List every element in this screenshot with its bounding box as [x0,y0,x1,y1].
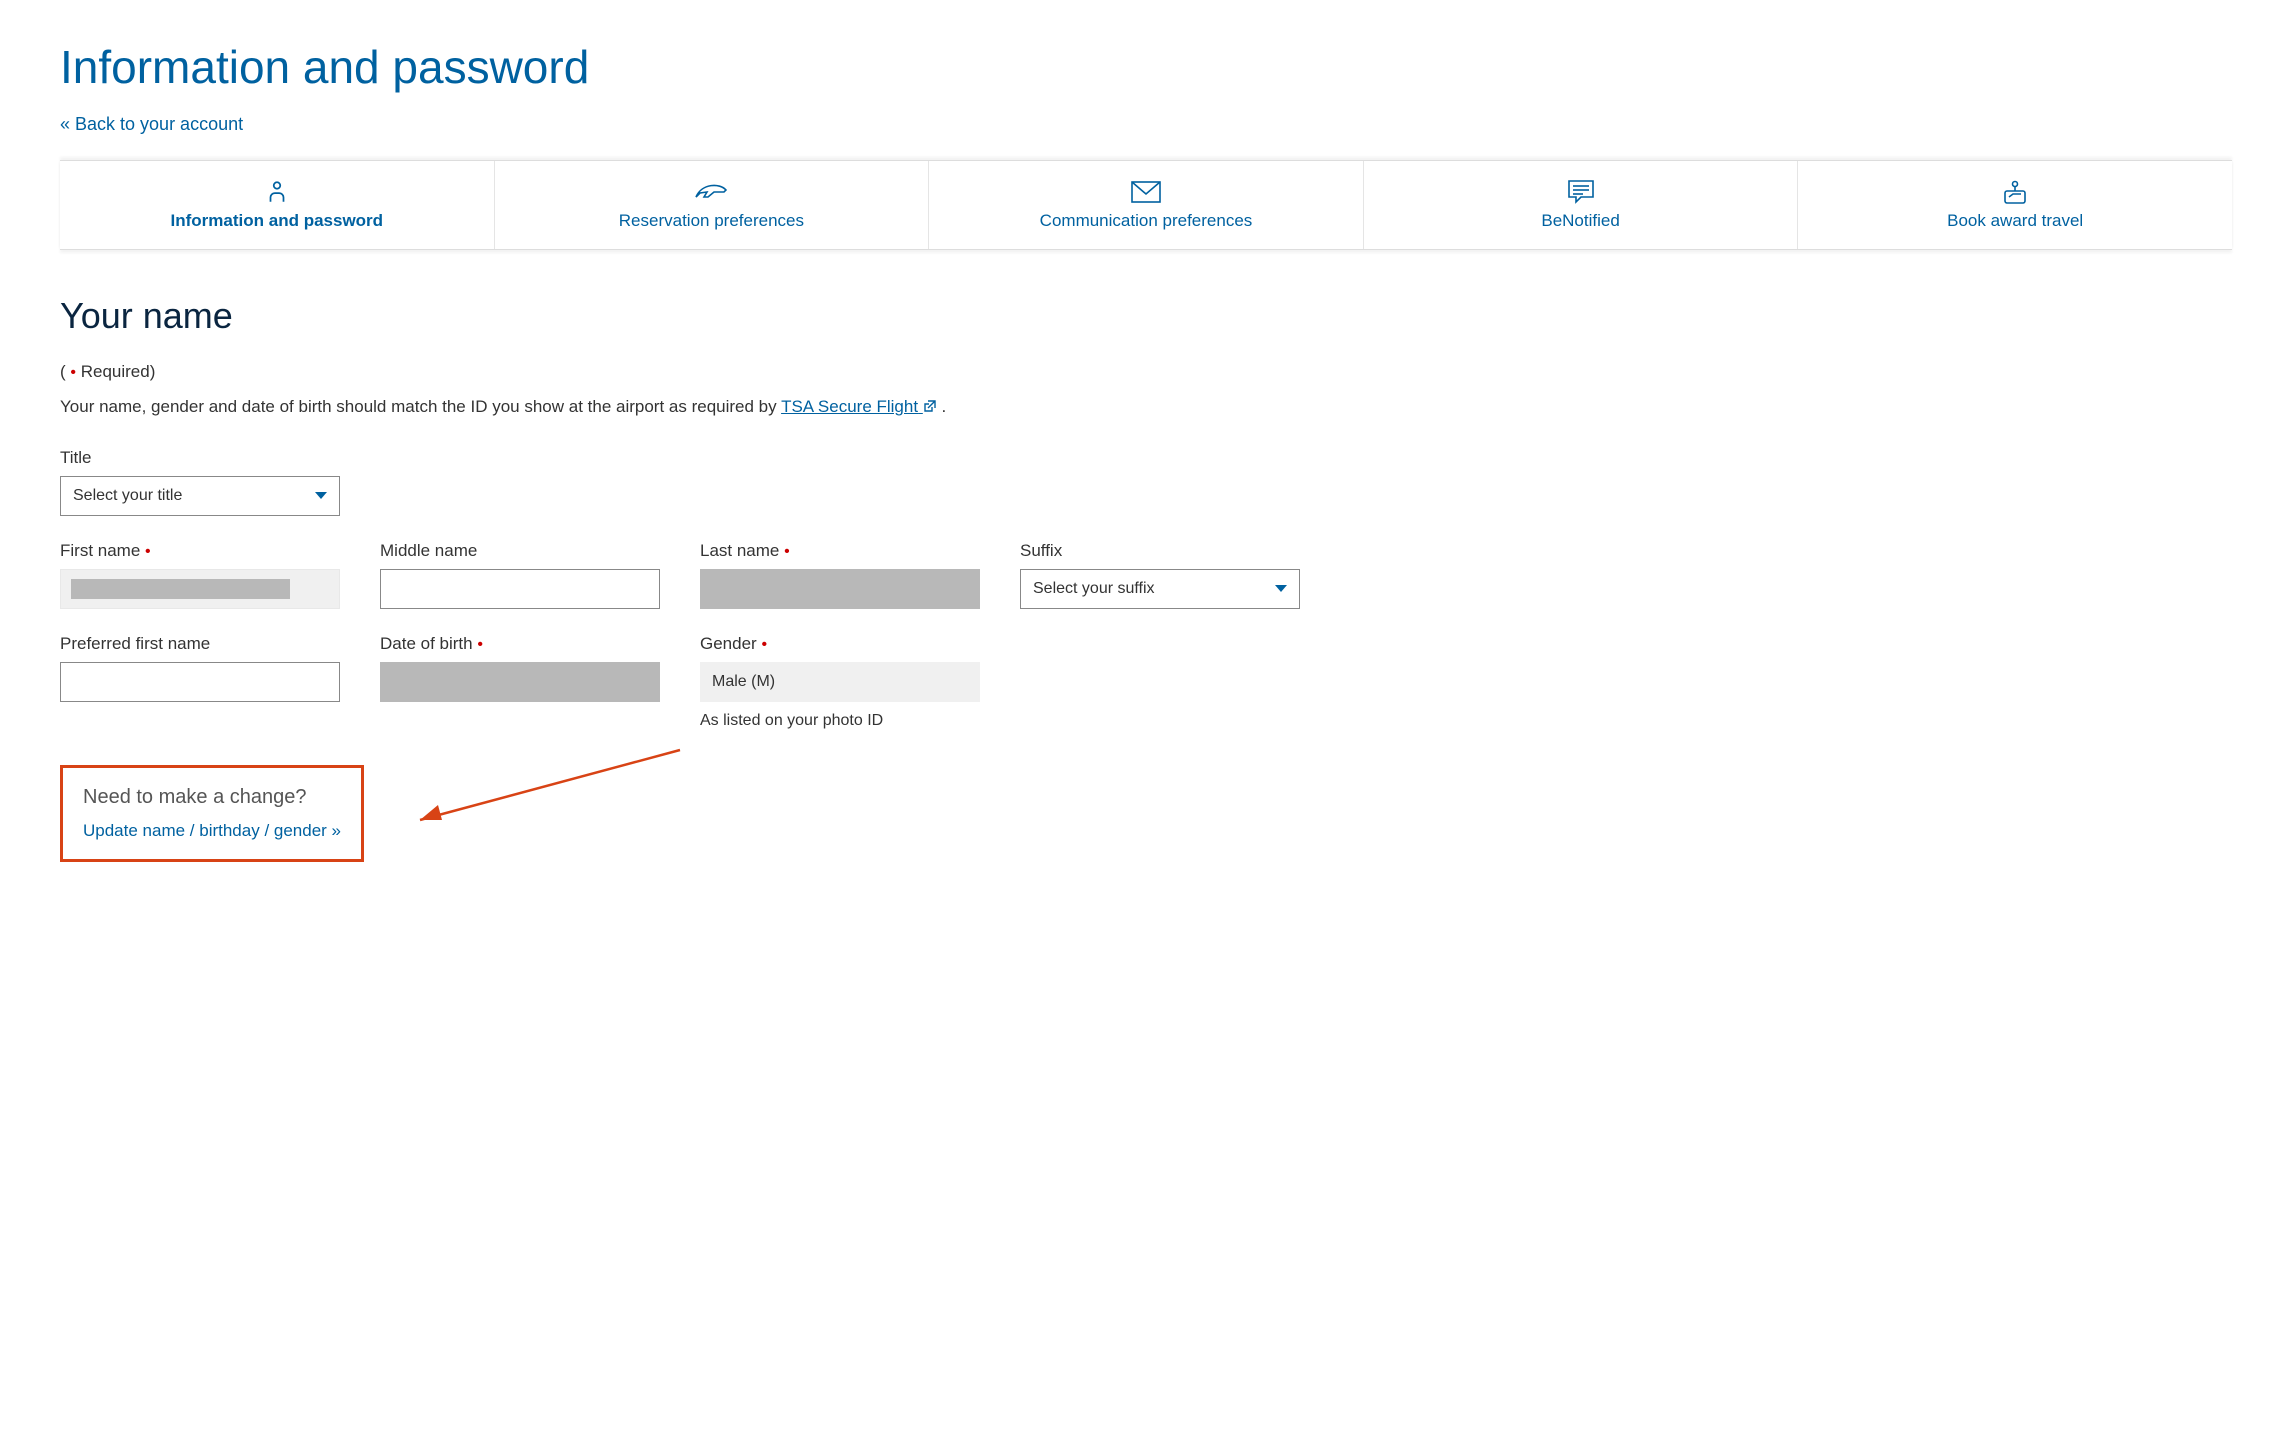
dob-field [380,662,660,702]
redacted-value [380,662,660,702]
award-travel-icon [2001,179,2029,205]
tab-benotified[interactable]: BeNotified [1364,161,1799,249]
required-note: ( • Required) [60,362,2232,382]
section-title-your-name: Your name [60,295,2232,337]
dob-label: Date of birth • [380,634,660,654]
tab-label: Information and password [171,211,384,231]
tabs-container: Information and password Reservation pre… [60,160,2232,250]
redacted-value [71,579,290,599]
need-change-box: Need to make a change? Update name / bir… [60,765,364,862]
page-title: Information and password [60,40,2232,94]
chat-icon [1567,179,1595,205]
title-select[interactable]: Select your title [60,476,340,516]
desc-prefix: Your name, gender and date of birth shou… [60,397,781,416]
redacted-value [700,569,980,609]
middle-name-field[interactable] [380,569,660,609]
desc-suffix: . [937,397,946,416]
tab-book-award-travel[interactable]: Book award travel [1798,161,2232,249]
name-description: Your name, gender and date of birth shou… [60,397,2232,418]
middle-name-label: Middle name [380,541,660,561]
required-dot-icon: • [784,543,790,560]
title-label: Title [60,448,340,468]
gender-label-text: Gender [700,634,757,653]
suffix-select[interactable]: Select your suffix [1020,569,1300,609]
suffix-select-value: Select your suffix [1033,580,1155,598]
tab-reservation-preferences[interactable]: Reservation preferences [495,161,930,249]
required-dot-icon: • [761,636,767,653]
gender-helper-text: As listed on your photo ID [700,712,980,730]
tab-label: Communication preferences [1040,211,1253,231]
tab-label: Book award travel [1947,211,2083,231]
gender-field: Male (M) [700,662,980,702]
gender-label: Gender • [700,634,980,654]
first-name-label: First name • [60,541,340,561]
required-note-prefix: ( [60,362,70,381]
required-dot-icon: • [477,636,483,653]
required-dot-icon: • [145,543,151,560]
tab-label: Reservation preferences [619,211,804,231]
update-name-birthday-gender-link[interactable]: Update name / birthday / gender » [83,821,341,840]
tsa-link-text: TSA Secure Flight [781,397,918,416]
tsa-secure-flight-link[interactable]: TSA Secure Flight [781,397,937,416]
preferred-first-name-field[interactable] [60,662,340,702]
tab-communication-preferences[interactable]: Communication preferences [929,161,1364,249]
plane-icon [694,179,728,205]
dob-label-text: Date of birth [380,634,473,653]
title-select-value: Select your title [73,487,182,505]
back-to-account-link[interactable]: « Back to your account [60,114,243,135]
required-note-suffix: Required) [76,362,155,381]
external-link-icon [923,398,937,418]
last-name-label-text: Last name [700,541,779,560]
tab-information-and-password[interactable]: Information and password [60,161,495,249]
suffix-label: Suffix [1020,541,1300,561]
first-name-field [60,569,340,609]
person-icon [264,179,290,205]
first-name-label-text: First name [60,541,140,560]
last-name-field [700,569,980,609]
envelope-icon [1131,179,1161,205]
chevron-down-icon [315,492,327,499]
chevron-down-icon [1275,585,1287,592]
last-name-label: Last name • [700,541,980,561]
name-form: Title Select your title First name • Mid… [60,448,2232,755]
annotation-arrow-icon [380,745,700,835]
tab-label: BeNotified [1541,211,1619,231]
preferred-first-name-label: Preferred first name [60,634,340,654]
need-change-heading: Need to make a change? [83,786,341,809]
